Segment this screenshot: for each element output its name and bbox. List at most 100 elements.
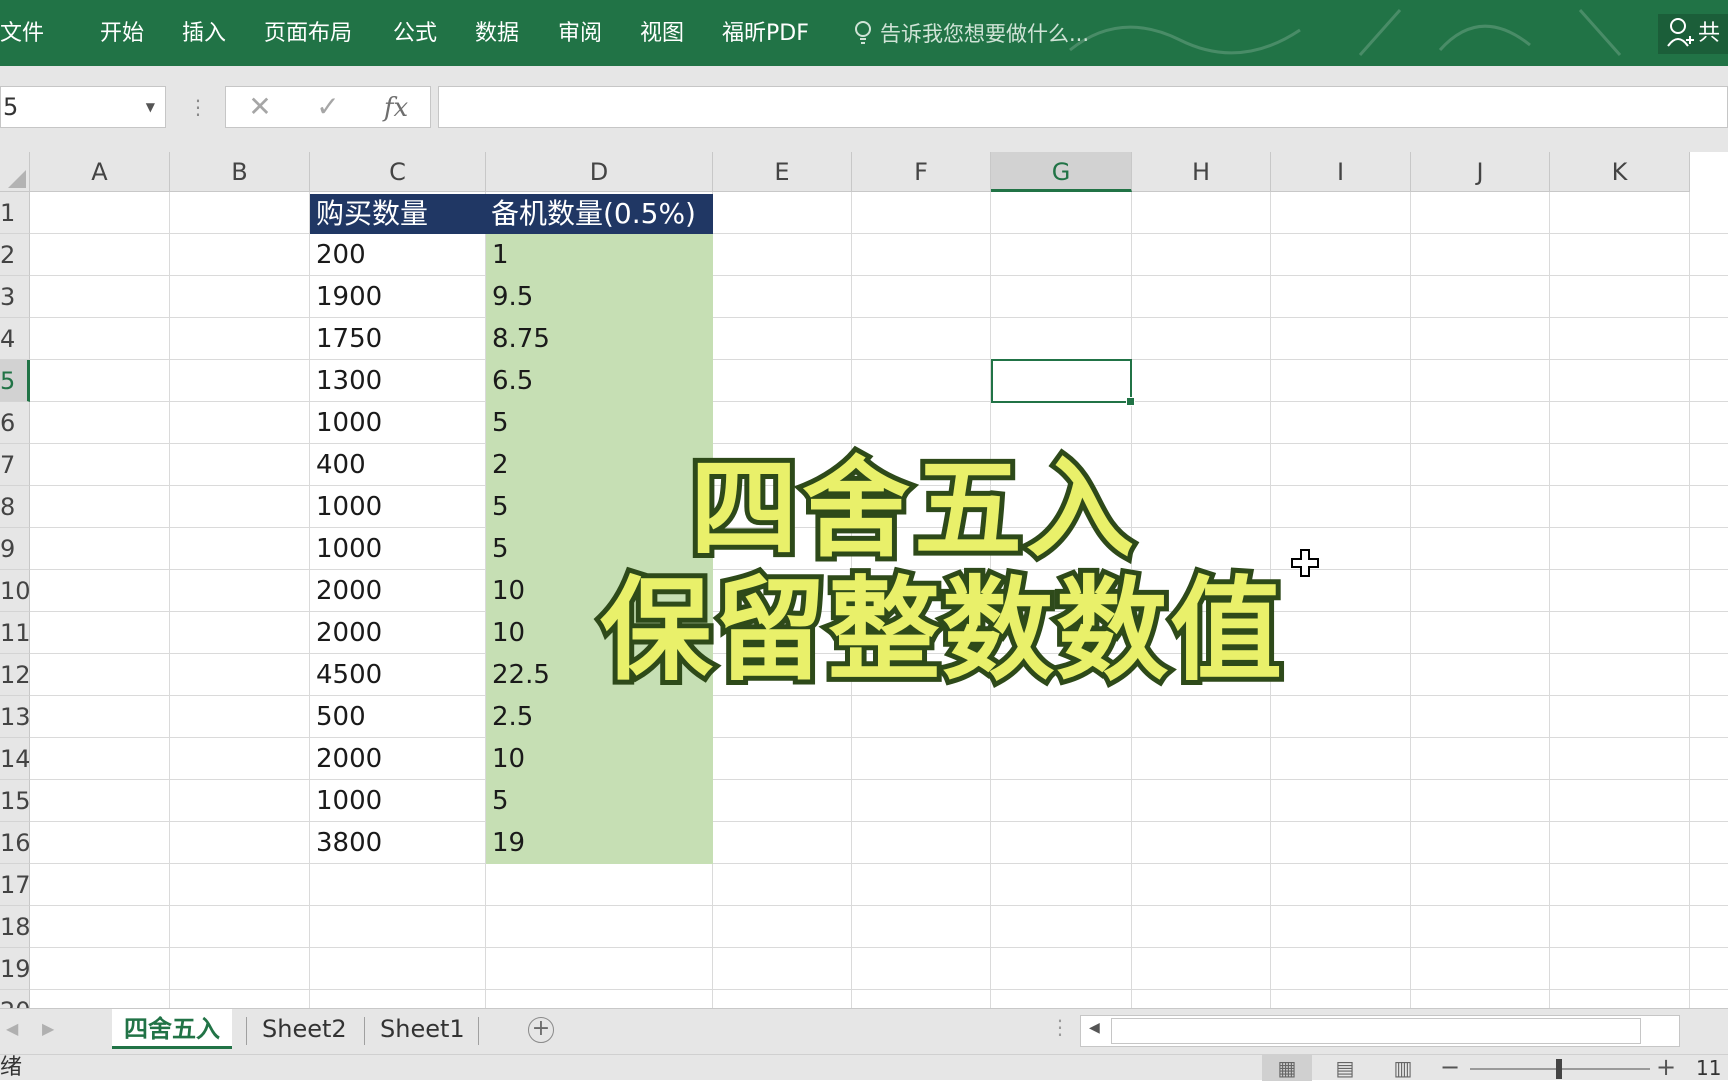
add-sheet-button[interactable]: +	[528, 1017, 554, 1043]
row-header-14[interactable]: 14	[0, 738, 30, 780]
column-header-j[interactable]: J	[1411, 152, 1550, 192]
column-header-a[interactable]: A	[30, 152, 170, 192]
formula-bar-grip[interactable]: ⋮	[188, 92, 208, 122]
cell-purchase-qty[interactable]: 2000	[316, 738, 382, 780]
cell-purchase-qty[interactable]: 400	[316, 444, 366, 486]
sheet-tab-rounding[interactable]: 四舍五入	[112, 1009, 232, 1049]
row-header-15[interactable]: 15	[0, 780, 30, 822]
tab-insert[interactable]: 插入	[182, 19, 226, 49]
tell-me-search[interactable]: 告诉我您想要做什么...	[852, 19, 1089, 49]
cell-purchase-qty[interactable]: 1750	[316, 318, 382, 360]
cell-spare-qty[interactable]: 22.5	[492, 654, 550, 696]
row-header-17[interactable]: 17	[0, 864, 30, 906]
sheet-tab-sheet1[interactable]: Sheet1	[368, 1009, 477, 1049]
row-header-3[interactable]: 3	[0, 276, 30, 318]
tab-review[interactable]: 审阅	[558, 19, 602, 49]
column-header-e[interactable]: E	[713, 152, 852, 192]
row-header-11[interactable]: 11	[0, 612, 30, 654]
row-header-10[interactable]: 10	[0, 570, 30, 612]
scrollbar-thumb[interactable]	[1111, 1018, 1641, 1044]
insert-function-button[interactable]: fx	[376, 91, 416, 123]
cell-spare-qty[interactable]: 8.75	[492, 318, 550, 360]
row-header-8[interactable]: 8	[0, 486, 30, 528]
column-header-d[interactable]: D	[486, 152, 713, 192]
column-header-g[interactable]: G	[991, 152, 1132, 192]
row-header-19[interactable]: 19	[0, 948, 30, 990]
formula-input[interactable]	[438, 86, 1728, 128]
tab-data[interactable]: 数据	[475, 19, 519, 49]
cell-spare-qty[interactable]: 10	[492, 738, 525, 780]
cell-purchase-qty[interactable]: 1000	[316, 486, 382, 528]
row-header-4[interactable]: 4	[0, 318, 30, 360]
zoom-in-button[interactable]: +	[1656, 1053, 1676, 1081]
horizontal-scrollbar[interactable]: ◀	[1080, 1015, 1680, 1047]
chevron-down-icon[interactable]: ▼	[146, 87, 155, 127]
cell-spare-qty[interactable]: 2	[492, 444, 509, 486]
header-purchase-qty[interactable]: 购买数量	[316, 194, 428, 234]
tab-formulas[interactable]: 公式	[393, 19, 437, 49]
selected-cell-g5[interactable]	[991, 359, 1135, 406]
cell-spare-qty[interactable]: 1	[492, 234, 509, 276]
tab-scroll-right-icon[interactable]: ▶	[42, 1019, 54, 1038]
spreadsheet-grid[interactable]: ABCDEFGHIJK 1 2 3 4 5 6 7 8 9 10 11 12 13 14 15 16 17 18 1…	[0, 152, 1728, 1032]
column-header-i[interactable]: I	[1271, 152, 1411, 192]
zoom-slider-thumb[interactable]	[1556, 1059, 1562, 1079]
cell-purchase-qty[interactable]: 1000	[316, 528, 382, 570]
cell-purchase-qty[interactable]: 2000	[316, 612, 382, 654]
row-header-12[interactable]: 12	[0, 654, 30, 696]
cell-spare-qty[interactable]: 5	[492, 528, 509, 570]
cell-purchase-qty[interactable]: 4500	[316, 654, 382, 696]
row-header-5[interactable]: 5	[0, 360, 30, 402]
cell-purchase-qty[interactable]: 3800	[316, 822, 382, 864]
cell-purchase-qty[interactable]: 200	[316, 234, 366, 276]
row-header-16[interactable]: 16	[0, 822, 30, 864]
row-header-2[interactable]: 2	[0, 234, 30, 276]
column-header-b[interactable]: B	[170, 152, 310, 192]
tab-page-layout[interactable]: 页面布局	[264, 19, 352, 49]
row-header-13[interactable]: 13	[0, 696, 30, 738]
column-header-h[interactable]: H	[1132, 152, 1271, 192]
cell-spare-qty[interactable]: 2.5	[492, 696, 533, 738]
column-header-f[interactable]: F	[852, 152, 991, 192]
column-header-c[interactable]: C	[310, 152, 486, 192]
cell-spare-qty[interactable]: 19	[492, 822, 525, 864]
tab-view[interactable]: 视图	[640, 19, 684, 49]
cell-spare-qty[interactable]: 5	[492, 486, 509, 528]
header-spare-qty[interactable]: 备机数量(0.5%)	[491, 194, 696, 234]
select-all-button[interactable]	[0, 152, 30, 192]
row-header-1[interactable]: 1	[0, 192, 30, 234]
tab-scroll-left-icon[interactable]: ◀	[6, 1019, 18, 1038]
tab-home[interactable]: 开始	[100, 19, 144, 49]
row-header-7[interactable]: 7	[0, 444, 30, 486]
cell-spare-qty[interactable]: 9.5	[492, 276, 533, 318]
cell-purchase-qty[interactable]: 1000	[316, 402, 382, 444]
cell-spare-qty[interactable]: 5	[492, 780, 509, 822]
tab-file[interactable]: 文件	[0, 19, 44, 49]
name-box[interactable]: 5 ▼	[0, 86, 166, 128]
enter-icon[interactable]: ✓	[308, 91, 348, 123]
cell-purchase-qty[interactable]: 2000	[316, 570, 382, 612]
cell-purchase-qty[interactable]: 500	[316, 696, 366, 738]
scroll-left-arrow-icon[interactable]: ◀	[1089, 1020, 1100, 1036]
cell-spare-qty[interactable]: 5	[492, 402, 509, 444]
zoom-out-button[interactable]: −	[1440, 1053, 1460, 1081]
column-header-k[interactable]: K	[1550, 152, 1690, 192]
zoom-level[interactable]: 11	[1696, 1055, 1721, 1081]
cell-spare-qty[interactable]: 10	[492, 612, 525, 654]
row-header-6[interactable]: 6	[0, 402, 30, 444]
cell-purchase-qty[interactable]: 1900	[316, 276, 382, 318]
cell-spare-qty[interactable]: 10	[492, 570, 525, 612]
cell-purchase-qty[interactable]: 1000	[316, 780, 382, 822]
page-layout-view-icon[interactable]: ▤	[1320, 1055, 1370, 1081]
normal-view-icon[interactable]: ▦	[1262, 1055, 1312, 1081]
cell-purchase-qty[interactable]: 1300	[316, 360, 382, 402]
scroll-split-grip[interactable]: ⋮	[1050, 1015, 1070, 1039]
sheet-tab-sheet2[interactable]: Sheet2	[250, 1009, 359, 1049]
cell-spare-qty[interactable]: 6.5	[492, 360, 533, 402]
page-break-view-icon[interactable]: ▥	[1378, 1055, 1428, 1081]
share-button[interactable]: 共	[1658, 14, 1728, 54]
row-header-18[interactable]: 18	[0, 906, 30, 948]
tab-foxit-pdf[interactable]: 福昕PDF	[722, 19, 809, 49]
cancel-icon[interactable]: ✕	[240, 91, 280, 123]
row-header-9[interactable]: 9	[0, 528, 30, 570]
